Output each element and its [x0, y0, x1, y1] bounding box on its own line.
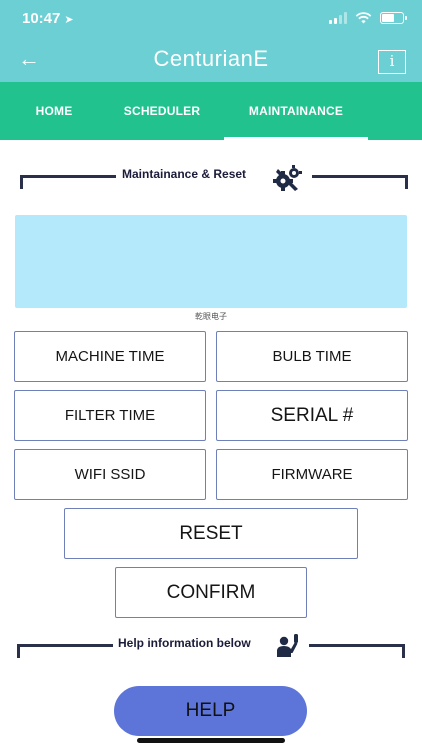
help-button[interactable]: HELP: [114, 686, 307, 736]
title-bar: 10:47 ➤ ← CenturianE i: [0, 0, 422, 82]
home-indicator[interactable]: [137, 738, 285, 743]
firmware-button[interactable]: FIRMWARE: [216, 449, 408, 500]
bracket-left: [20, 175, 116, 189]
location-icon: ➤: [64, 14, 74, 26]
tab-bar: HOME SCHEDULER MAINTAINANCE: [0, 82, 422, 140]
confirm-button[interactable]: CONFIRM: [115, 567, 307, 618]
tab-maintainance-label: MAINTAINANCE: [248, 104, 344, 118]
tab-home[interactable]: HOME: [12, 82, 96, 140]
display-caption: 乾眼电子: [195, 312, 227, 321]
help-heading: Help information below: [118, 636, 251, 650]
maintainance-section-header: Maintainance & Reset: [20, 165, 408, 195]
wifi-ssid-button[interactable]: WIFI SSID: [14, 449, 206, 500]
tab-selected-indicator: [224, 137, 368, 140]
bracket-right: [309, 644, 405, 658]
status-indicators: [329, 12, 407, 24]
machine-time-button[interactable]: MACHINE TIME: [14, 331, 206, 382]
status-time: 10:47 ➤: [22, 10, 74, 27]
reset-button[interactable]: RESET: [64, 508, 358, 559]
bracket-left: [17, 644, 113, 658]
filter-time-button[interactable]: FILTER TIME: [14, 390, 206, 441]
maintainance-heading: Maintainance & Reset: [122, 167, 247, 181]
help-section-header: Help information below: [17, 634, 405, 664]
info-button[interactable]: i: [378, 50, 406, 74]
raised-hand-person-icon: [277, 634, 298, 657]
status-time-text: 10:47: [22, 10, 61, 27]
bulb-time-button[interactable]: BULB TIME: [216, 331, 408, 382]
status-display-panel: [15, 215, 407, 308]
bracket-right: [312, 175, 408, 189]
cellular-signal-icon: [329, 12, 347, 24]
app-title: CenturianE: [153, 46, 269, 71]
tab-maintainance[interactable]: MAINTAINANCE: [224, 82, 368, 140]
battery-icon: [380, 12, 407, 24]
gear-wrench-icon: [273, 165, 302, 191]
serial-button[interactable]: SERIAL #: [216, 390, 408, 441]
wifi-icon: [355, 12, 372, 24]
tab-scheduler[interactable]: SCHEDULER: [112, 82, 212, 140]
